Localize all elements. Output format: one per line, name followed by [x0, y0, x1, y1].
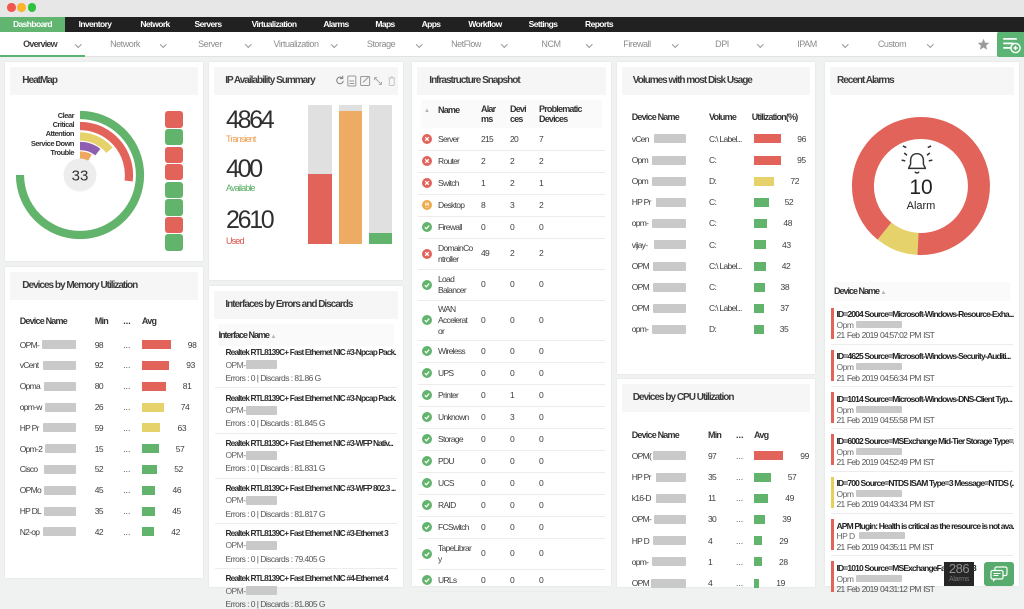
svg-text:10: 10	[909, 176, 932, 199]
svg-text:Alarm: Alarm	[907, 200, 936, 212]
svg-text:33: 33	[72, 168, 89, 185]
